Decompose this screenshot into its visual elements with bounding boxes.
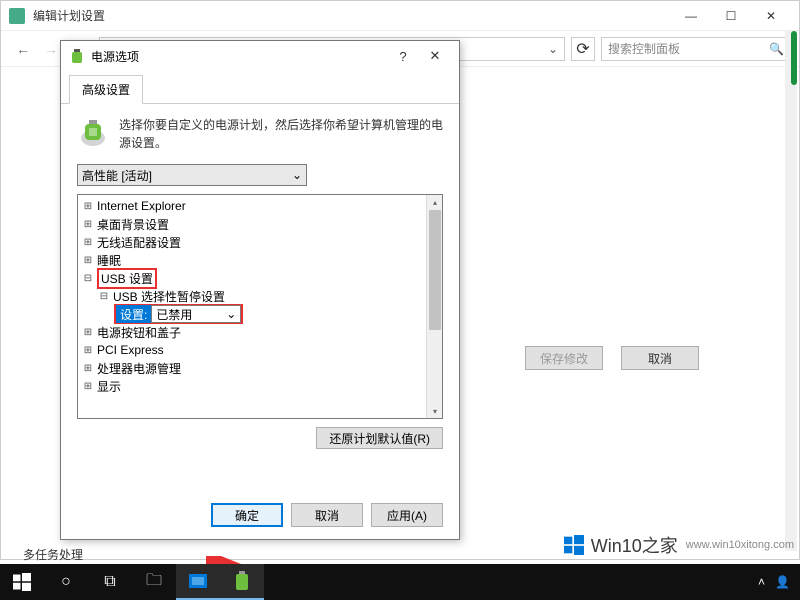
tree-item[interactable]: 设置:已禁用⌄	[82, 305, 438, 323]
battery-icon	[9, 8, 25, 24]
tree-scrollbar[interactable]: ▴ ▾	[426, 195, 442, 418]
dialog-title: 电源选项	[91, 48, 387, 65]
restore-defaults-button[interactable]: 还原计划默认值(R)	[316, 427, 443, 449]
tree-item[interactable]: ⊞显示	[82, 377, 438, 395]
breadcrumb-dropdown-icon[interactable]: ⌄	[548, 42, 558, 56]
settings-tree: ⊞Internet Explorer⊞桌面背景设置⊞无线适配器设置⊞睡眠⊟USB…	[77, 194, 443, 419]
tree-expander-icon[interactable]: ⊞	[82, 201, 94, 212]
tree-item[interactable]: ⊞无线适配器设置	[82, 233, 438, 251]
tree-item[interactable]: ⊞电源按钮和盖子	[82, 323, 438, 341]
tree-expander-icon[interactable]: ⊞	[82, 219, 94, 230]
save-changes-button[interactable]: 保存修改	[525, 346, 603, 370]
parent-titlebar: 编辑计划设置 — ☐ ✕	[1, 1, 799, 31]
tree-expander-icon[interactable]: ⊟	[98, 291, 110, 302]
parent-title: 编辑计划设置	[33, 7, 671, 24]
windows-logo-icon	[563, 535, 585, 555]
tree-expander-icon[interactable]: ⊞	[82, 363, 94, 374]
cancel-button[interactable]: 取消	[291, 503, 363, 527]
power-options-dialog: 电源选项 ? ✕ 高级设置 选择你要自定义的电源计划，然后选择你希望计算机管理的…	[60, 40, 460, 540]
plan-select-value: 高性能 [活动]	[82, 167, 152, 184]
power-icon	[69, 48, 85, 64]
tray-people-icon[interactable]: 👤	[775, 575, 790, 589]
ok-button[interactable]: 确定	[211, 503, 283, 527]
tree-item-label: 处理器电源管理	[97, 360, 181, 377]
scrollbar-thumb[interactable]	[791, 31, 797, 85]
tree-expander-icon[interactable]: ⊞	[82, 381, 94, 392]
parent-cancel-button[interactable]: 取消	[621, 346, 699, 370]
refresh-button[interactable]: ⟳	[571, 37, 595, 61]
plan-select[interactable]: 高性能 [活动] ⌄	[77, 164, 307, 186]
task-view-button[interactable]: ⧉	[88, 564, 132, 600]
scroll-up-icon[interactable]: ▴	[427, 195, 443, 209]
tree-item[interactable]: ⊟ USB 设置	[82, 269, 438, 287]
restore-row: 还原计划默认值(R)	[77, 427, 443, 449]
tree-item[interactable]: ⊞PCI Express	[82, 341, 438, 359]
tree-item[interactable]: ⊞处理器电源管理	[82, 359, 438, 377]
parent-action-buttons: 保存修改 取消	[525, 346, 699, 370]
tab-advanced[interactable]: 高级设置	[69, 75, 143, 104]
tree-expander-icon[interactable]: ⊞	[82, 327, 94, 338]
setting-value-select[interactable]: 已禁用⌄	[151, 305, 241, 323]
dialog-help-button[interactable]: ?	[387, 44, 419, 68]
tree-item[interactable]: ⊞睡眠	[82, 251, 438, 269]
tree-item-label: 睡眠	[97, 252, 121, 269]
scroll-down-icon[interactable]: ▾	[427, 404, 443, 418]
tree-expander-icon[interactable]: ⊞	[82, 255, 94, 266]
dialog-description: 选择你要自定义的电源计划，然后选择你希望计算机管理的电源设置。	[119, 116, 443, 152]
tree-item-label: USB 选择性暂停设置	[113, 288, 225, 305]
parent-bottom-text: 多任务处理	[23, 546, 83, 563]
parent-scrollbar[interactable]	[785, 31, 797, 551]
watermark-brand: Win10	[591, 536, 642, 556]
dialog-description-row: 选择你要自定义的电源计划，然后选择你希望计算机管理的电源设置。	[77, 116, 443, 152]
minimize-button[interactable]: —	[671, 2, 711, 30]
tree-item-label: 电源按钮和盖子	[97, 324, 181, 341]
tree-item[interactable]: ⊞Internet Explorer	[82, 197, 438, 215]
tree-item-label: 显示	[97, 378, 121, 395]
search-icon: 🔍	[769, 42, 784, 56]
search-input[interactable]: 搜索控制面板 🔍	[601, 37, 791, 61]
tree-scroll-thumb[interactable]	[429, 210, 441, 330]
tree-expander-icon[interactable]: ⊞	[82, 237, 94, 248]
dialog-buttons: 确定 取消 应用(A)	[211, 503, 443, 527]
tree-expander-icon[interactable]: ⊞	[82, 345, 94, 356]
plan-icon	[77, 116, 109, 148]
start-button[interactable]	[0, 564, 44, 600]
maximize-button[interactable]: ☐	[711, 2, 751, 30]
chevron-down-icon: ⌄	[292, 168, 302, 182]
close-button[interactable]: ✕	[751, 2, 791, 30]
chevron-down-icon: ⌄	[226, 307, 236, 321]
system-tray: ˄ 👤	[758, 575, 800, 589]
tray-chevron-icon[interactable]: ˄	[758, 575, 765, 589]
setting-dropdown[interactable]: 设置:已禁用⌄	[114, 304, 243, 324]
cortana-button[interactable]: ○	[44, 564, 88, 600]
dialog-body: 选择你要自定义的电源计划，然后选择你希望计算机管理的电源设置。 高性能 [活动]…	[61, 104, 459, 461]
file-explorer-button[interactable]: 🗀	[132, 564, 176, 600]
tree-item-label: PCI Express	[97, 343, 164, 357]
tree-item[interactable]: ⊞桌面背景设置	[82, 215, 438, 233]
tree-item-label: Internet Explorer	[97, 199, 186, 213]
taskbar: ○ ⧉ 🗀 ˄ 👤	[0, 564, 800, 600]
watermark-url: www.win10xitong.com	[686, 539, 794, 551]
dialog-close-button[interactable]: ✕	[419, 44, 451, 68]
watermark: Win10之家 www.win10xitong.com	[563, 532, 794, 558]
apply-button[interactable]: 应用(A)	[371, 503, 443, 527]
search-placeholder: 搜索控制面板	[608, 40, 680, 57]
tree-item-label: 桌面背景设置	[97, 216, 169, 233]
taskbar-app-settings[interactable]	[176, 564, 220, 600]
tree-item-label: USB 设置	[101, 272, 153, 286]
watermark-suffix: 之家	[642, 536, 678, 556]
tree-expander-icon[interactable]: ⊟	[82, 273, 94, 284]
tree-item[interactable]: ⊟USB 选择性暂停设置	[82, 287, 438, 305]
dialog-titlebar: 电源选项 ? ✕	[61, 41, 459, 71]
setting-label: 设置:	[116, 305, 151, 323]
tree-item-label: 无线适配器设置	[97, 234, 181, 251]
dialog-tabs: 高级设置	[61, 71, 459, 104]
taskbar-app-power[interactable]	[220, 564, 264, 600]
back-button[interactable]: ←	[9, 35, 37, 63]
